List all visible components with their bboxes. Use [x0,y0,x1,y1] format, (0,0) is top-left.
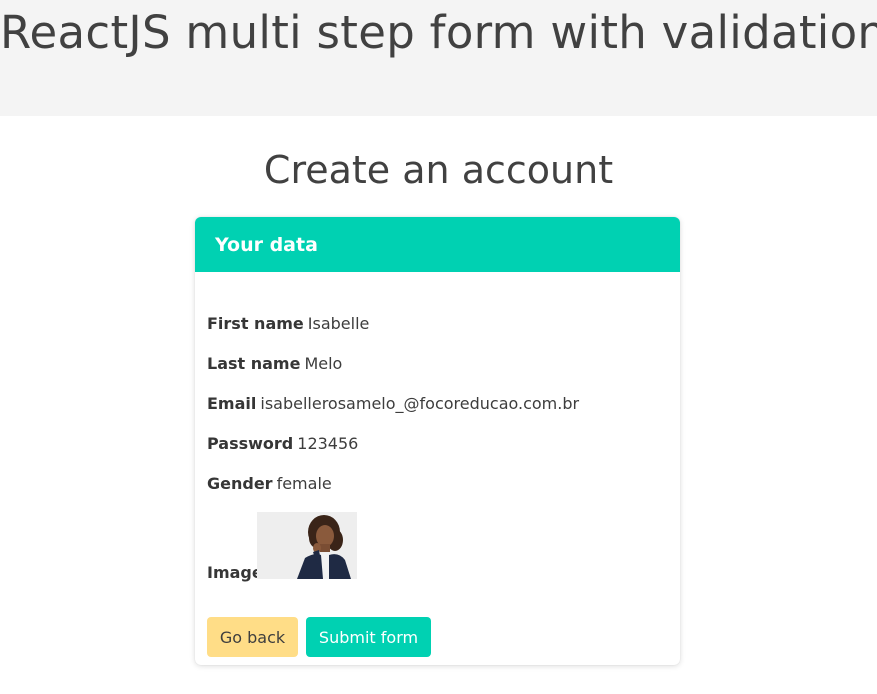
page-header-title: ReactJS multi step form with validation [0,6,877,59]
last-name-label: Last name [207,354,301,373]
last-name-row: Last name Melo [207,354,342,373]
go-back-button[interactable]: Go back [207,617,298,657]
email-value: isabellerosamelo_@focoreducao.com.br [260,394,580,413]
email-label: Email [207,394,257,413]
first-name-value: Isabelle [307,314,370,333]
password-label: Password [207,434,294,453]
password-value: 123456 [297,434,359,453]
page-title: Create an account [263,148,614,192]
profile-photo-illustration [257,512,357,579]
summary-card: Your data First name Isabelle Last name Me… [195,217,680,665]
card-header: Your data [195,217,680,272]
gender-value: female [276,474,332,493]
gender-row: Gender female [207,474,332,493]
email-row: Email isabellerosamelo_@focoreducao.com.b… [207,394,579,413]
image-row: Image [207,563,263,582]
first-name-label: First name [207,314,304,333]
gender-label: Gender [207,474,273,493]
last-name-value: Melo [304,354,343,373]
image-label: Image [207,563,263,582]
password-row: Password 123456 [207,434,358,453]
page-header: ReactJS multi step form with validation [0,0,877,116]
profile-photo [257,512,357,579]
first-name-row: First name Isabelle [207,314,369,333]
submit-form-button[interactable]: Submit form [306,617,431,657]
card-title: Your data [215,233,318,256]
